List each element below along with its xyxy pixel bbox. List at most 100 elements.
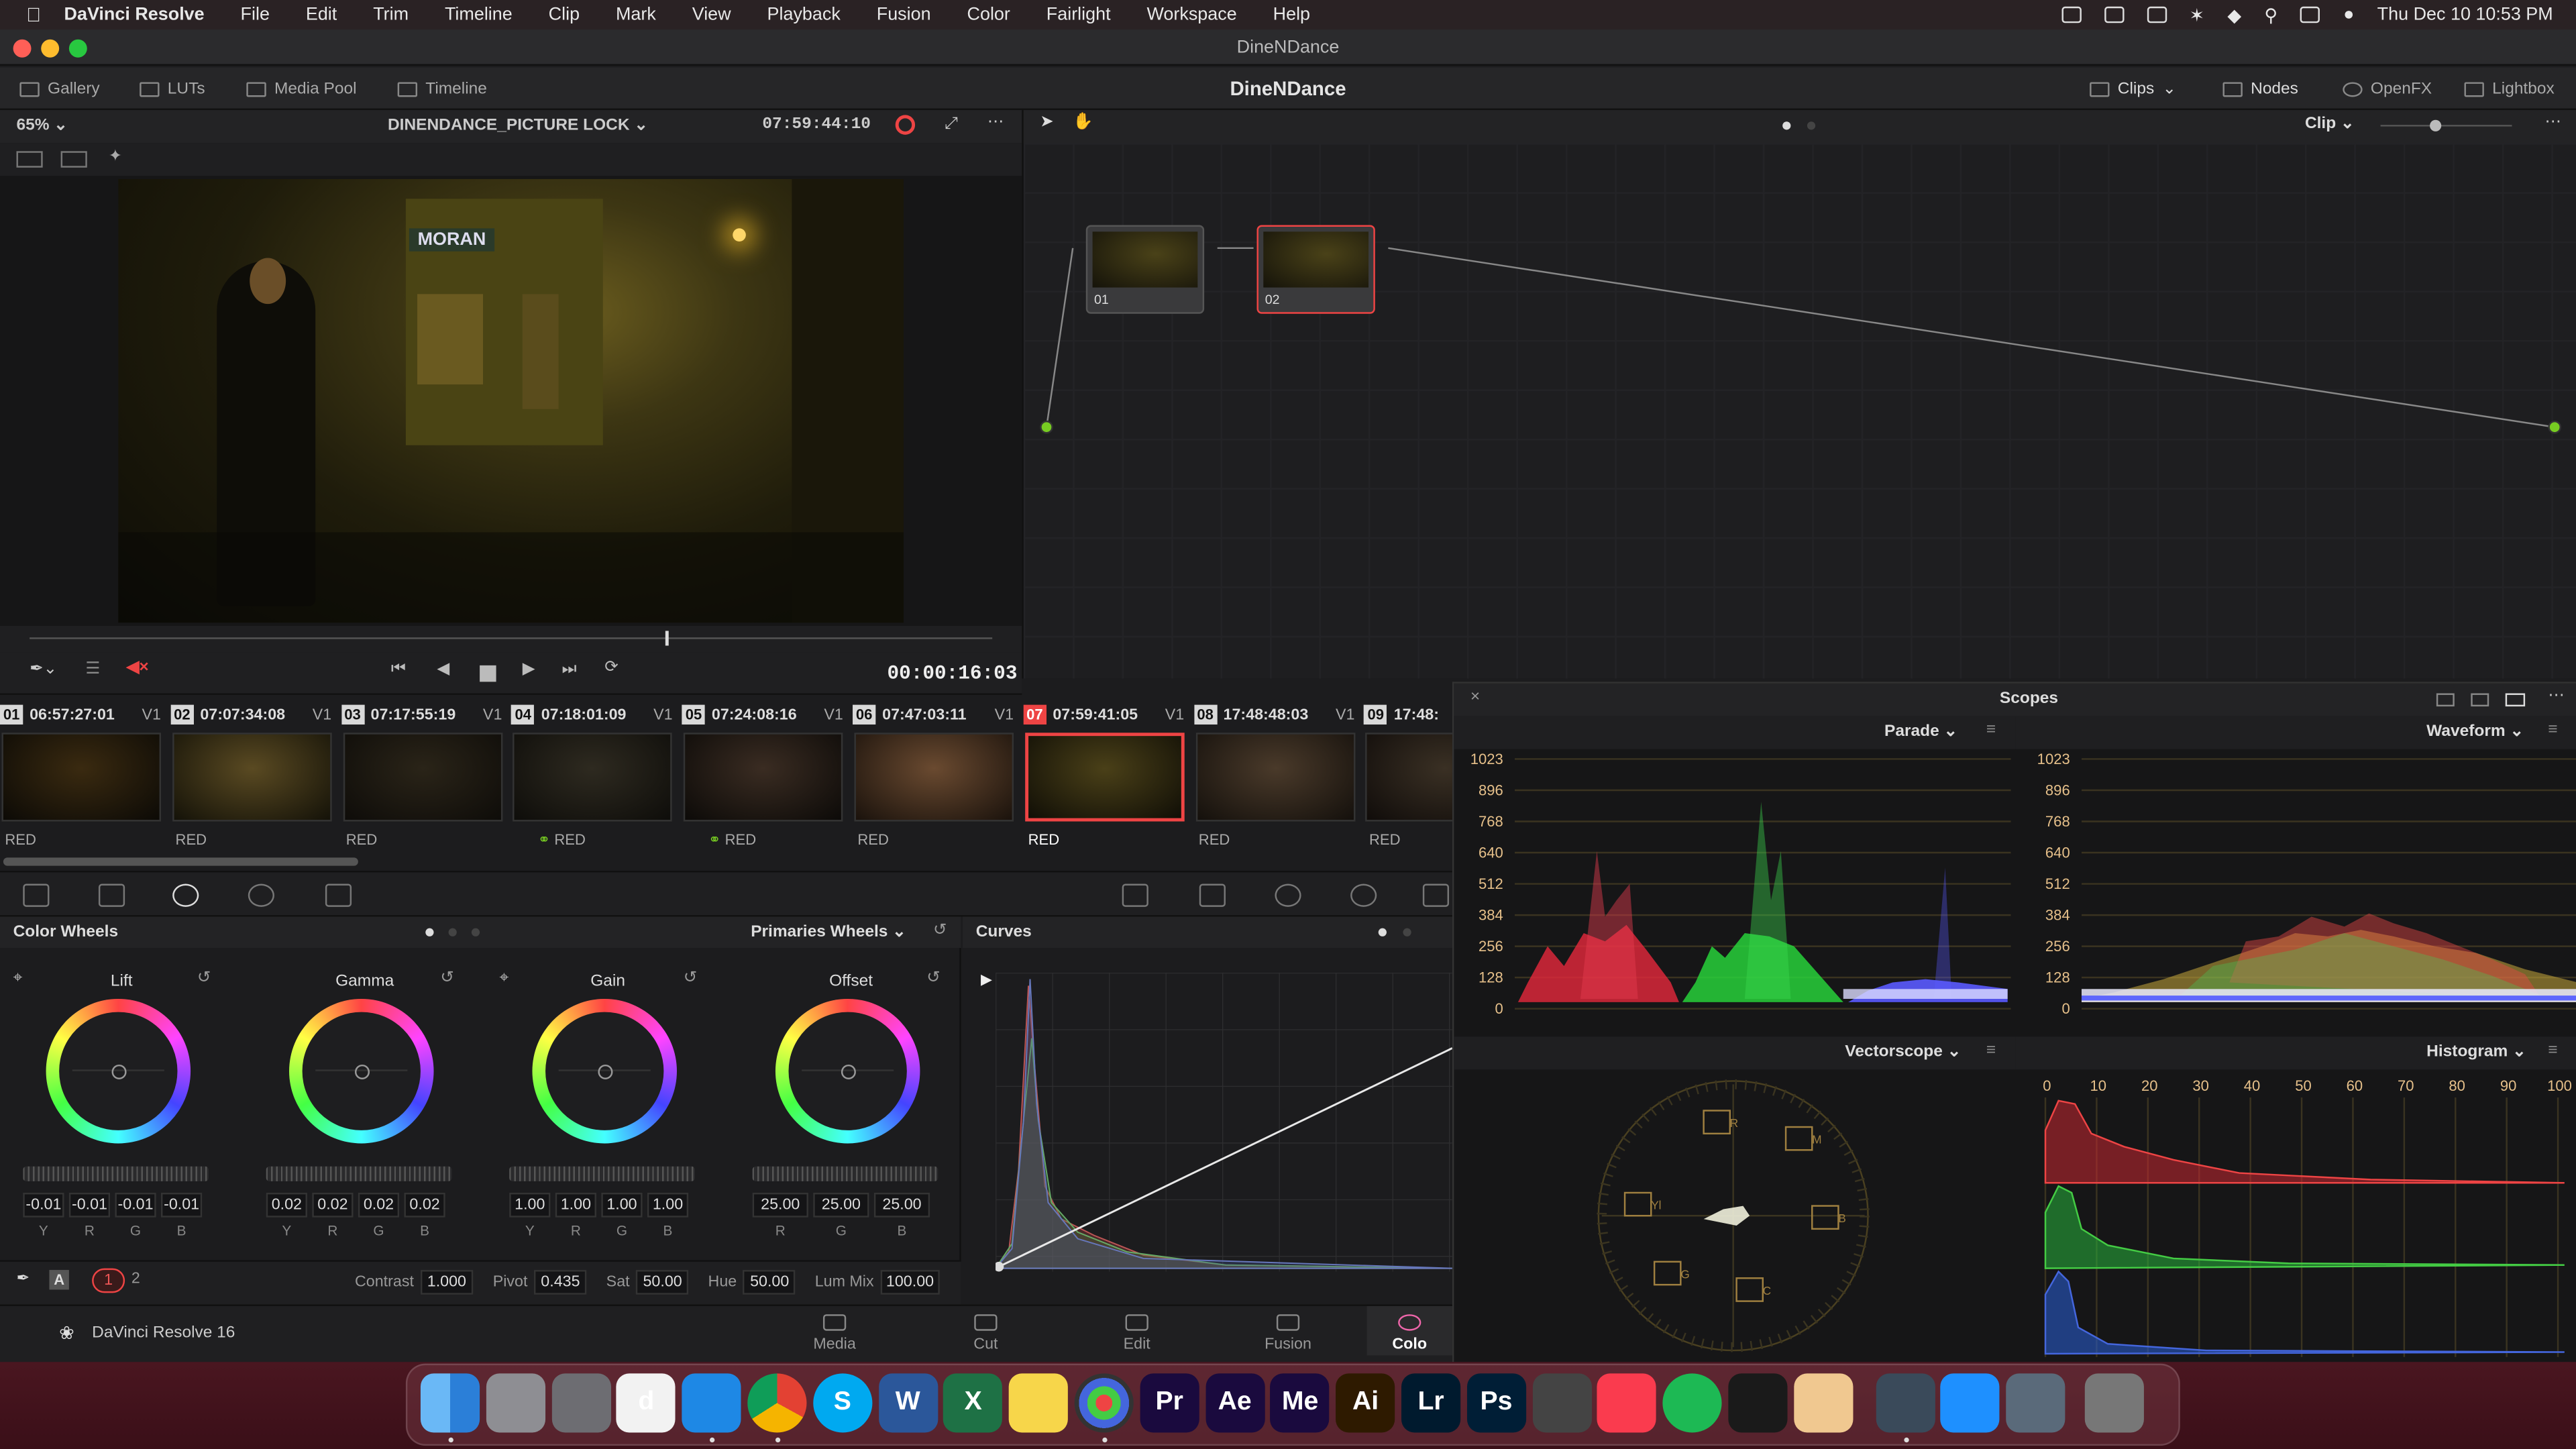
zoom-dropdown[interactable]: 65% ⌄ bbox=[16, 117, 67, 135]
quicktime-icon[interactable] bbox=[1875, 1373, 1935, 1433]
davinci-resolve-icon[interactable] bbox=[1074, 1373, 1134, 1433]
layers-icon[interactable]: ☰ bbox=[85, 660, 100, 678]
menu-view[interactable]: View bbox=[692, 5, 731, 24]
scrub-bar[interactable] bbox=[0, 626, 1022, 653]
curves-graph[interactable] bbox=[996, 972, 1452, 1272]
menu-timeline[interactable]: Timeline bbox=[445, 5, 513, 24]
wheel-value-field[interactable]: 1.00 bbox=[647, 1192, 689, 1218]
clip-thumbnail[interactable]: 03 07:17:55:19 V1 RED bbox=[341, 702, 512, 858]
close-window-button[interactable] bbox=[13, 39, 32, 58]
more-options-icon[interactable]: ⋯ bbox=[2545, 113, 2561, 131]
menu-color[interactable]: Color bbox=[967, 5, 1010, 24]
sat-field[interactable]: 50.00 bbox=[636, 1270, 689, 1295]
clip-thumbnail[interactable]: 02 07:07:34:08 V1 RED bbox=[170, 702, 341, 858]
wheel-value-field[interactable]: 25.00 bbox=[873, 1192, 930, 1218]
hand-tool-icon[interactable]: ✋ bbox=[1073, 113, 1093, 131]
page-cut[interactable]: Cut bbox=[936, 1314, 1035, 1354]
reset-icon[interactable]: ↺ bbox=[684, 969, 698, 987]
output-node[interactable] bbox=[2548, 420, 2561, 434]
page-dot-active[interactable] bbox=[1378, 928, 1387, 936]
reset-icon[interactable]: ↺ bbox=[440, 969, 454, 987]
auto-color-icon[interactable]: A bbox=[49, 1270, 69, 1290]
tracker-icon[interactable] bbox=[1350, 883, 1377, 907]
wheel-value-field[interactable]: 1.00 bbox=[601, 1192, 643, 1218]
wheel-center-handle[interactable] bbox=[354, 1064, 370, 1079]
menu-app-name[interactable]: DaVinci Resolve bbox=[64, 5, 205, 24]
nodes-button[interactable]: Nodes bbox=[2222, 67, 2298, 110]
menu-edit[interactable]: Edit bbox=[306, 5, 337, 24]
media-encoder-icon[interactable]: Me bbox=[1271, 1373, 1330, 1433]
node-mode-dropdown[interactable]: Clip ⌄ bbox=[2305, 115, 2355, 133]
creative-cloud-icon[interactable] bbox=[2061, 6, 2081, 23]
lightroom-icon[interactable]: Lr bbox=[1401, 1373, 1461, 1433]
premiere-icon[interactable]: Pr bbox=[1140, 1373, 1199, 1433]
curve-point-tool-icon[interactable]: ▶ bbox=[981, 971, 992, 989]
pointer-tool-icon[interactable]: ➤ bbox=[1040, 113, 1054, 131]
page-1-button[interactable]: 1 bbox=[92, 1268, 125, 1293]
blur-icon[interactable] bbox=[1422, 883, 1450, 907]
clip-thumbnail[interactable]: 07 07:59:41:05 V1 RED bbox=[1023, 702, 1194, 858]
timeline-name-dropdown[interactable]: DINENDANCE_PICTURE LOCK ⌄ bbox=[388, 117, 648, 135]
wheel-value-field[interactable]: 0.02 bbox=[404, 1192, 445, 1218]
apple-icon[interactable]:  bbox=[26, 3, 41, 26]
gallery-button[interactable]: Gallery bbox=[19, 67, 100, 110]
reset-icon[interactable]: ↺ bbox=[926, 969, 941, 987]
parade-dropdown[interactable]: Parade ⌄ bbox=[1884, 723, 1957, 741]
play-reverse-icon[interactable]: ◀ bbox=[437, 660, 449, 678]
word-icon[interactable]: W bbox=[878, 1373, 938, 1433]
luts-button[interactable]: LUTs bbox=[140, 67, 205, 110]
loop-icon[interactable]: ⟳ bbox=[604, 659, 619, 677]
master-wheel-slider[interactable] bbox=[752, 1166, 938, 1181]
histogram-dropdown[interactable]: Histogram ⌄ bbox=[2426, 1043, 2526, 1061]
page-dot-active[interactable] bbox=[1782, 121, 1791, 130]
desktop-icon[interactable] bbox=[2006, 1373, 2065, 1433]
minimize-window-button[interactable] bbox=[41, 39, 60, 58]
fullscreen-icon[interactable]: ⤢ bbox=[945, 115, 958, 133]
single-scope-icon[interactable] bbox=[2436, 693, 2455, 707]
vlc-icon[interactable] bbox=[1728, 1373, 1788, 1433]
contrast-field[interactable]: 1.000 bbox=[420, 1270, 474, 1295]
dropbox-icon[interactable] bbox=[2104, 6, 2124, 23]
page-fusion[interactable]: Fusion bbox=[1239, 1314, 1338, 1354]
waveform-dropdown[interactable]: Waveform ⌄ bbox=[2426, 723, 2524, 741]
scope-settings-icon[interactable]: ≡ bbox=[2548, 721, 2557, 739]
zoom-window-button[interactable] bbox=[68, 39, 87, 58]
music-icon[interactable] bbox=[1597, 1373, 1657, 1433]
wheel-value-field[interactable]: -0.01 bbox=[23, 1192, 64, 1218]
wheel-center-handle[interactable] bbox=[111, 1064, 127, 1079]
control-center-icon[interactable] bbox=[2300, 6, 2320, 23]
close-icon[interactable]: × bbox=[1470, 688, 1480, 706]
hue-field[interactable]: 50.00 bbox=[743, 1270, 796, 1295]
spotlight-icon[interactable]: ⚲ bbox=[2264, 4, 2277, 25]
node-graph[interactable]: 01 02 bbox=[1022, 143, 2576, 679]
master-wheel-slider[interactable] bbox=[266, 1166, 452, 1181]
eyedropper-icon[interactable]: ✒⌄ bbox=[30, 660, 57, 678]
system-preferences-icon[interactable] bbox=[551, 1373, 611, 1433]
menu-fusion[interactable]: Fusion bbox=[877, 5, 931, 24]
pivot-field[interactable]: 0.435 bbox=[534, 1270, 587, 1295]
menubar-clock[interactable]: Thu Dec 10 10:53 PM bbox=[2377, 5, 2553, 24]
wheel-value-field[interactable]: 0.02 bbox=[358, 1192, 400, 1218]
launchpad-icon[interactable] bbox=[486, 1373, 545, 1433]
node-01[interactable]: 01 bbox=[1085, 225, 1205, 314]
wheels-mode-dropdown[interactable]: Primaries Wheels ⌄ bbox=[751, 923, 906, 941]
scope-settings-icon[interactable]: ≡ bbox=[2548, 1042, 2557, 1060]
excel-icon[interactable]: X bbox=[943, 1373, 1003, 1433]
menu-clip[interactable]: Clip bbox=[549, 5, 580, 24]
reset-icon[interactable]: ↺ bbox=[197, 969, 211, 987]
color-wheels-icon[interactable] bbox=[172, 883, 199, 907]
finder-icon[interactable] bbox=[420, 1373, 480, 1433]
page-dot-active[interactable] bbox=[425, 928, 434, 936]
skype-icon[interactable]: S bbox=[812, 1373, 872, 1433]
page-dot[interactable] bbox=[471, 928, 480, 936]
reset-icon[interactable]: ↺ bbox=[933, 922, 947, 940]
menu-file[interactable]: File bbox=[241, 5, 270, 24]
page-dot[interactable] bbox=[1403, 928, 1411, 936]
color-match-icon[interactable] bbox=[98, 883, 125, 907]
app-store-icon[interactable] bbox=[1941, 1373, 2000, 1433]
window-icon[interactable] bbox=[1275, 883, 1301, 907]
master-wheel-slider[interactable] bbox=[23, 1166, 209, 1181]
page-edit[interactable]: Edit bbox=[1087, 1314, 1186, 1354]
dual-scope-icon[interactable] bbox=[2471, 693, 2489, 707]
auto-balance-icon[interactable]: ✒ bbox=[16, 1270, 30, 1288]
